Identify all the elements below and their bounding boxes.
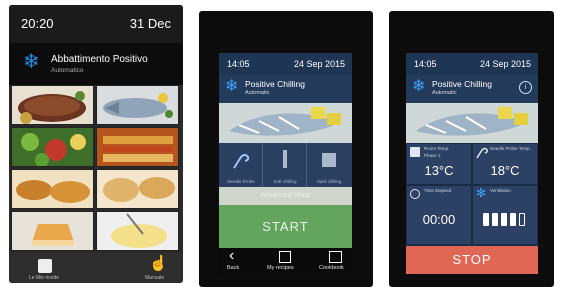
back-button[interactable]: ‹ Back <box>223 248 253 274</box>
bottom-nav: ‹ Back My recipes Cookbook <box>219 248 352 274</box>
soft-chilling-icon <box>283 150 287 168</box>
time-elapsed-label: Time Elapsed <box>424 188 452 193</box>
clock-time: 14:05 <box>227 59 250 69</box>
program-subtitle: Automatic <box>245 90 270 96</box>
grilled-meat-image <box>12 86 93 124</box>
date-label: 24 Sep 2015 <box>479 59 531 69</box>
chill-mode-options: Needle Probe Soft chilling Hard chilling <box>219 143 352 187</box>
hard-chilling-icon <box>322 153 336 167</box>
bread-image <box>97 170 178 208</box>
needle-temp-value: 18°C <box>490 163 520 178</box>
fish-image <box>406 103 538 143</box>
time-elapsed-panel: Time Elapsed 00:00 <box>406 185 472 245</box>
clock-time: 20:20 <box>21 16 54 31</box>
info-icon[interactable]: i <box>519 81 532 94</box>
recipe-tile-bread[interactable] <box>96 169 179 209</box>
time-elapsed-value: 00:00 <box>422 212 456 227</box>
hard-chilling-label: Hard chilling <box>316 179 342 184</box>
soft-chilling-label: Soft chilling <box>273 179 297 184</box>
date-label: 24 Sep 2015 <box>293 59 345 69</box>
thermometer-icon <box>410 147 420 157</box>
room-temp-value: 13°C <box>424 163 454 178</box>
fan-icon: ✻ <box>476 186 487 200</box>
salad-image <box>12 128 93 166</box>
status-bar: 14:05 24 Sep 2015 <box>406 53 538 75</box>
hard-chilling-option[interactable]: Hard chilling <box>307 143 351 187</box>
recipe-tile-lasagna[interactable] <box>96 127 179 167</box>
needle-probe-icon <box>476 147 488 159</box>
lasagna-image <box>97 128 178 166</box>
bottom-bar: Le Mie ricette ☝ Manuale <box>9 253 183 283</box>
my-recipes-button[interactable]: My recipes <box>265 248 305 274</box>
my-recipes-label: My recipes <box>267 265 294 271</box>
clock-icon <box>410 189 420 199</box>
hand-pointer-icon: ☝ <box>149 255 168 272</box>
recipe-tile-fish[interactable] <box>96 85 179 125</box>
fish-image <box>97 86 178 124</box>
program-subtitle: Automatic <box>432 90 457 96</box>
needle-probe-label: Needle Probe <box>227 179 255 184</box>
room-temp-panel: Room Temp. Phase 1 13°C <box>406 143 472 185</box>
fish-photo <box>406 103 538 143</box>
cookbook-label: Cookbook <box>319 265 344 271</box>
recipe-tile-cream[interactable] <box>96 211 179 251</box>
needle-probe-option[interactable]: Needle Probe <box>219 143 263 187</box>
needle-probe-icon <box>233 154 250 169</box>
clock-time: 14:05 <box>414 59 437 69</box>
back-label: Back <box>227 265 240 271</box>
program-header[interactable]: ❄ Abbattimento Positivo Automatico <box>9 43 183 85</box>
needle-temp-panel: Needle Probe Temp. 18°C <box>472 143 538 185</box>
ventilation-panel: ✻ Ventilation <box>472 185 538 245</box>
fish-photo <box>219 103 352 143</box>
ventilation-label: Ventilation <box>490 188 511 193</box>
fish-image <box>219 103 352 143</box>
snowflake-icon: ❄ <box>23 51 40 73</box>
device-screen-1: 20:20 31 Dec ❄ Abbattimento Positivo Aut… <box>9 5 183 283</box>
recipe-tile-grilled-meat[interactable] <box>11 85 94 125</box>
recipe-book-icon <box>279 251 291 263</box>
advanced-mode-button[interactable]: Advanced Mode <box>219 187 352 205</box>
device-frame-3: 14:05 24 Sep 2015 ❄ Positive Chilling Au… <box>389 11 554 287</box>
soft-chilling-option[interactable]: Soft chilling <box>263 143 307 187</box>
program-subtitle: Automatico <box>51 67 84 74</box>
snowflake-icon: ❄ <box>225 78 239 95</box>
cookbook-button[interactable]: Cookbook <box>317 248 352 274</box>
device-screen-3: 14:05 24 Sep 2015 ❄ Positive Chilling Au… <box>406 53 538 274</box>
my-recipes-button[interactable]: Le Mie ricette <box>25 256 65 282</box>
program-header: ❄ Positive Chilling Automatic <box>219 75 352 103</box>
croissant-image <box>12 170 93 208</box>
needle-temp-label: Needle Probe Temp. <box>490 146 531 151</box>
cookbook-icon <box>329 251 342 263</box>
program-title: Abbattimento Positivo <box>51 54 148 65</box>
ventilation-level-bar <box>483 213 529 226</box>
status-bar: 20:20 31 Dec <box>9 5 183 43</box>
cream-image <box>97 212 178 250</box>
program-title: Positive Chilling <box>245 79 305 89</box>
manual-button[interactable]: ☝ Manuale <box>139 256 175 282</box>
recipe-tile-croissants[interactable] <box>11 169 94 209</box>
cake-image <box>12 212 93 250</box>
recipe-tile-salad[interactable] <box>11 127 94 167</box>
start-button[interactable]: START <box>219 205 352 248</box>
snowflake-icon: ❄ <box>412 78 426 95</box>
recipe-tile-cake[interactable] <box>11 211 94 251</box>
program-title: Positive Chilling <box>432 79 492 89</box>
recipe-book-icon <box>38 259 52 273</box>
my-recipes-label: Le Mie ricette <box>29 275 60 281</box>
room-temp-label: Room Temp. <box>424 146 450 151</box>
device-screen-2: 14:05 24 Sep 2015 ❄ Positive Chilling Au… <box>219 53 352 274</box>
status-bar: 14:05 24 Sep 2015 <box>219 53 352 75</box>
manual-label: Manuale <box>145 275 165 281</box>
back-arrow-icon: ‹ <box>229 247 235 264</box>
recipe-grid <box>11 85 181 253</box>
stop-button[interactable]: STOP <box>406 246 538 274</box>
device-frame-2: 14:05 24 Sep 2015 ❄ Positive Chilling Au… <box>199 11 373 287</box>
phase-label: Phase 1 <box>424 153 441 158</box>
date-label: 31 Dec <box>129 16 171 31</box>
program-header: ❄ Positive Chilling Automatic i <box>406 75 538 103</box>
